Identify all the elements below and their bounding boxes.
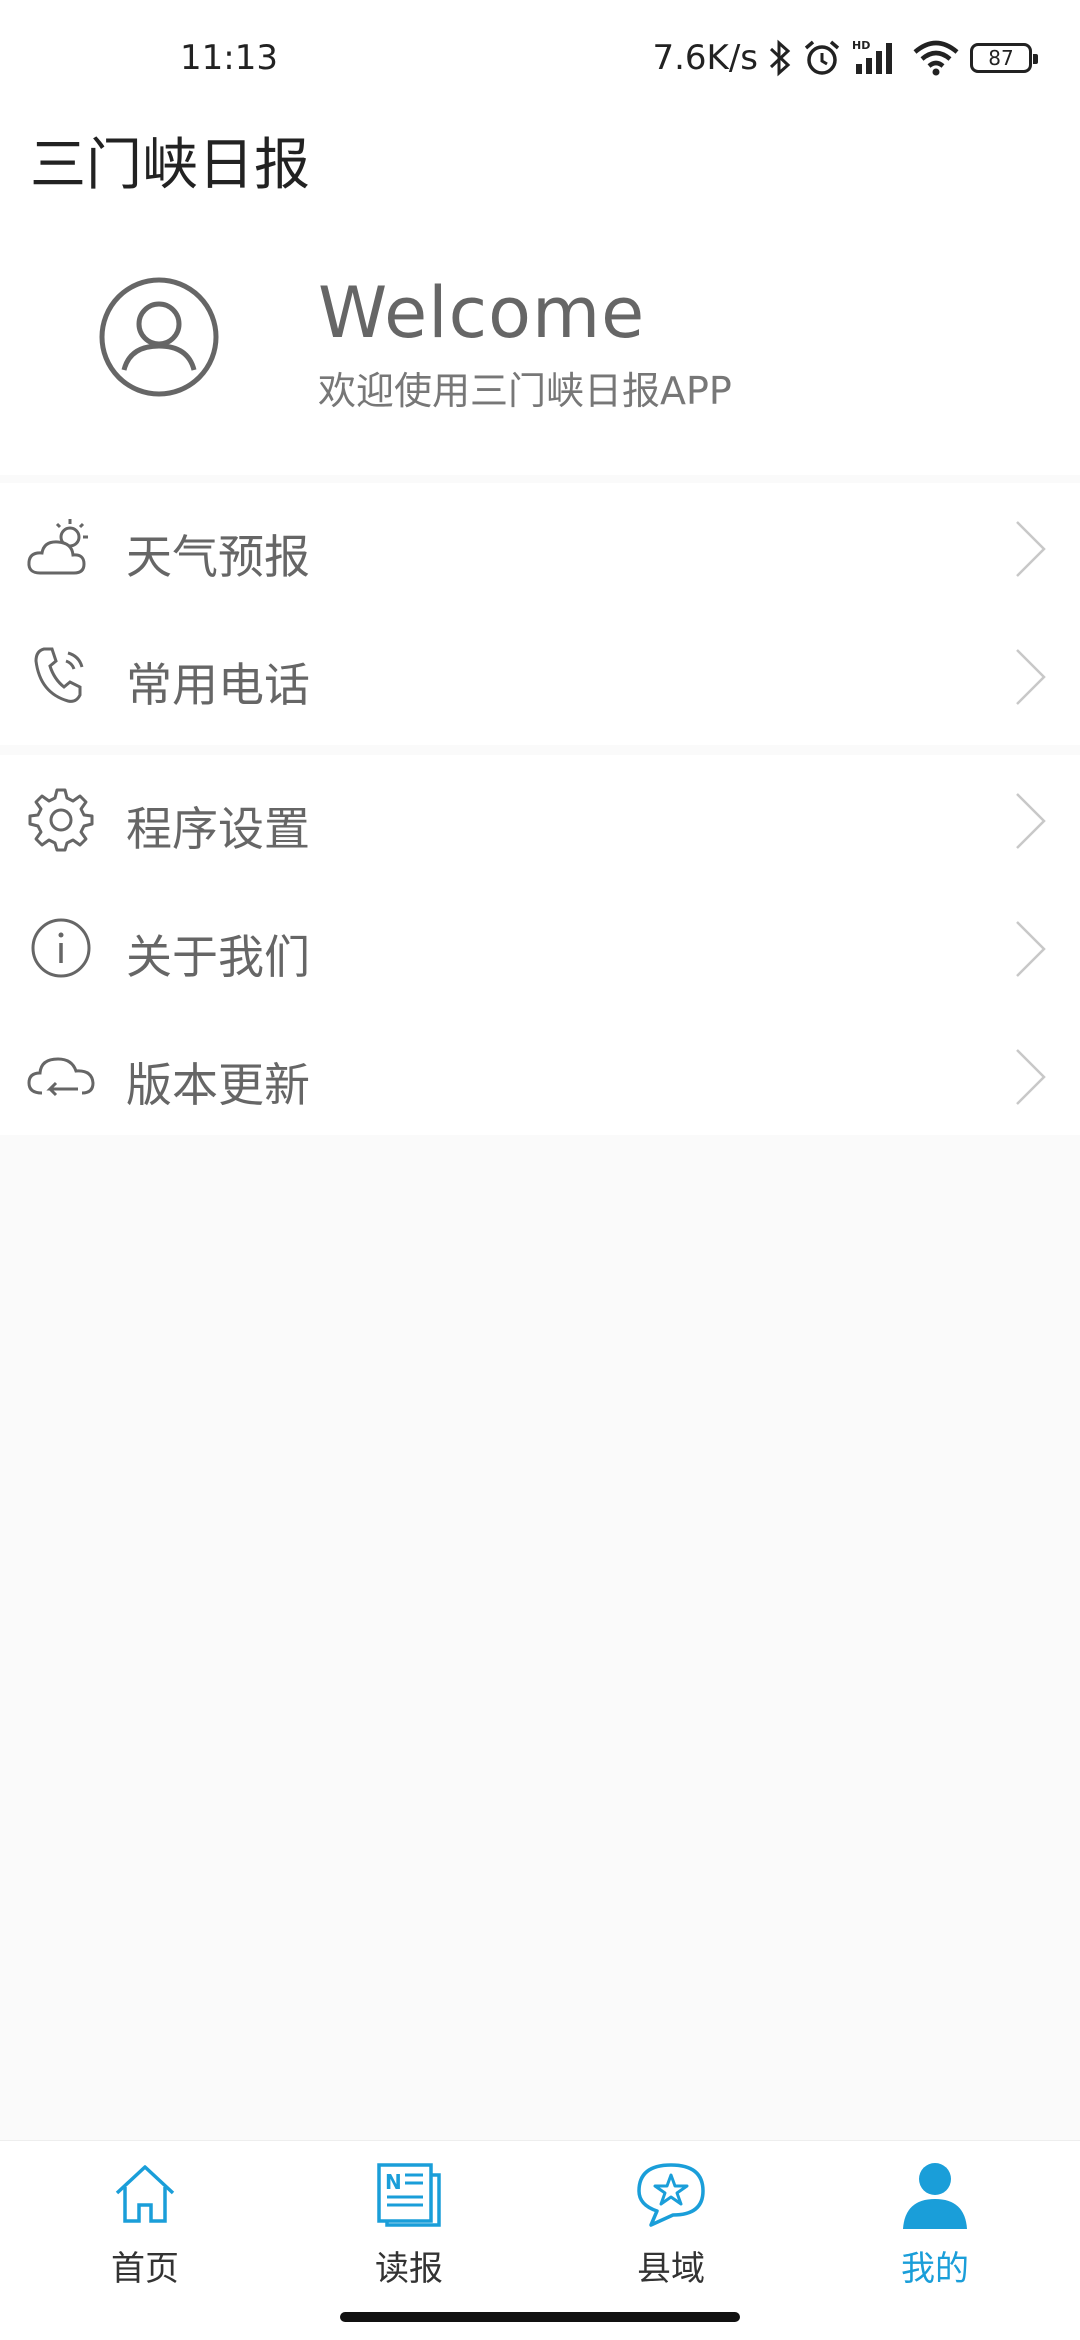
- screen: 11:13 7.6K/s HD 87 三门峡日报 Welcome 欢迎使用三门峡…: [0, 0, 1080, 2340]
- app-header: 三门峡日报: [0, 120, 1080, 230]
- nav-county[interactable]: 县域: [536, 2159, 806, 2299]
- newspaper-icon: N: [377, 2163, 441, 2227]
- chevron-right-icon: [1016, 921, 1046, 977]
- alarm-icon: [804, 40, 840, 75]
- status-time: 11:13: [180, 38, 278, 78]
- chevron-right-icon: [1016, 793, 1046, 849]
- nav-label: 首页: [111, 2249, 179, 2289]
- menu-item-about[interactable]: 关于我们: [0, 883, 1080, 1011]
- info-icon: [31, 918, 91, 978]
- status-bar: 11:13 7.6K/s HD 87: [0, 0, 1080, 120]
- chevron-right-icon: [1016, 1049, 1046, 1105]
- gear-icon: [28, 788, 94, 852]
- menu-label: 天气预报: [126, 530, 310, 584]
- weather-icon: [27, 519, 88, 575]
- menu-item-settings[interactable]: 程序设置: [0, 755, 1080, 883]
- welcome-subtitle: 欢迎使用三门峡日报APP: [318, 369, 732, 413]
- menu-group-1: 天气预报 常用电话: [0, 483, 1080, 745]
- hd-signal-icon: HD: [852, 39, 892, 74]
- profile-card[interactable]: Welcome 欢迎使用三门峡日报APP: [0, 230, 1080, 475]
- battery-icon: 87: [970, 43, 1038, 73]
- home-indicator[interactable]: [340, 2312, 740, 2322]
- chevron-right-icon: [1016, 649, 1046, 705]
- menu-group-2: 程序设置 关于我们 版本更新: [0, 755, 1080, 1135]
- page-title: 三门峡日报: [30, 133, 310, 198]
- cloud-sync-icon: [27, 1057, 95, 1097]
- welcome-title: Welcome: [318, 272, 646, 354]
- star-chat-icon: [637, 2163, 705, 2227]
- svg-text:N: N: [385, 2170, 402, 2194]
- menu-label: 常用电话: [126, 658, 310, 712]
- chevron-right-icon: [1016, 521, 1046, 577]
- menu-item-phone[interactable]: 常用电话: [0, 611, 1080, 739]
- status-icons: 7.6K/s HD 87: [652, 36, 1038, 80]
- nav-label: 读报: [375, 2249, 443, 2289]
- network-speed: 7.6K/s: [652, 38, 758, 78]
- nav-label: 我的: [901, 2249, 969, 2289]
- nav-newspaper[interactable]: N 读报: [274, 2159, 544, 2299]
- bluetooth-icon: [769, 39, 791, 77]
- phone-icon: [34, 647, 84, 703]
- menu-label: 程序设置: [126, 802, 310, 856]
- user-icon: [903, 2163, 967, 2229]
- nav-label: 县域: [637, 2249, 705, 2289]
- menu-item-update[interactable]: 版本更新: [0, 1011, 1080, 1139]
- nav-home[interactable]: 首页: [10, 2159, 280, 2299]
- home-icon: [115, 2165, 175, 2223]
- avatar-icon[interactable]: [98, 276, 220, 398]
- svg-text:HD: HD: [852, 39, 870, 52]
- bottom-nav: 首页 N 读报 县域 我的: [0, 2140, 1080, 2340]
- menu-item-weather[interactable]: 天气预报: [0, 483, 1080, 611]
- nav-mine[interactable]: 我的: [800, 2159, 1070, 2299]
- battery-level: 87: [988, 46, 1014, 70]
- wifi-icon: [913, 40, 959, 76]
- menu-label: 关于我们: [126, 930, 310, 984]
- menu-label: 版本更新: [126, 1058, 310, 1112]
